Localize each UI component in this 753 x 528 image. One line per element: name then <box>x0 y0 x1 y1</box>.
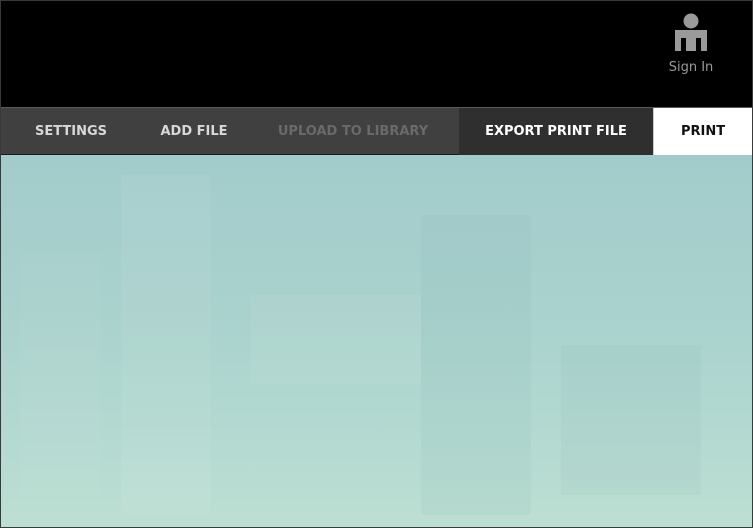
background-texture <box>251 295 421 385</box>
sign-in-label: Sign In <box>668 60 714 75</box>
app-window: Sign In SETTINGS ADD FILE UPLOAD TO LIBR… <box>0 0 753 528</box>
print-button[interactable]: PRINT <box>653 108 752 155</box>
upload-to-library-button: UPLOAD TO LIBRARY <box>277 124 429 139</box>
background-texture <box>421 215 531 515</box>
settings-button[interactable]: SETTINGS <box>1 108 141 155</box>
export-print-file-button[interactable]: EXPORT PRINT FILE <box>459 108 653 155</box>
background-texture <box>561 345 701 495</box>
background-texture <box>121 175 211 515</box>
print-canvas-area <box>1 155 752 527</box>
user-icon <box>675 13 707 51</box>
add-file-button[interactable]: ADD FILE <box>141 108 247 155</box>
background-texture <box>21 255 101 495</box>
toolbar: SETTINGS ADD FILE UPLOAD TO LIBRARY EXPO… <box>1 107 752 155</box>
sign-in-button[interactable]: Sign In <box>656 11 726 81</box>
top-bar: Sign In <box>1 1 752 107</box>
